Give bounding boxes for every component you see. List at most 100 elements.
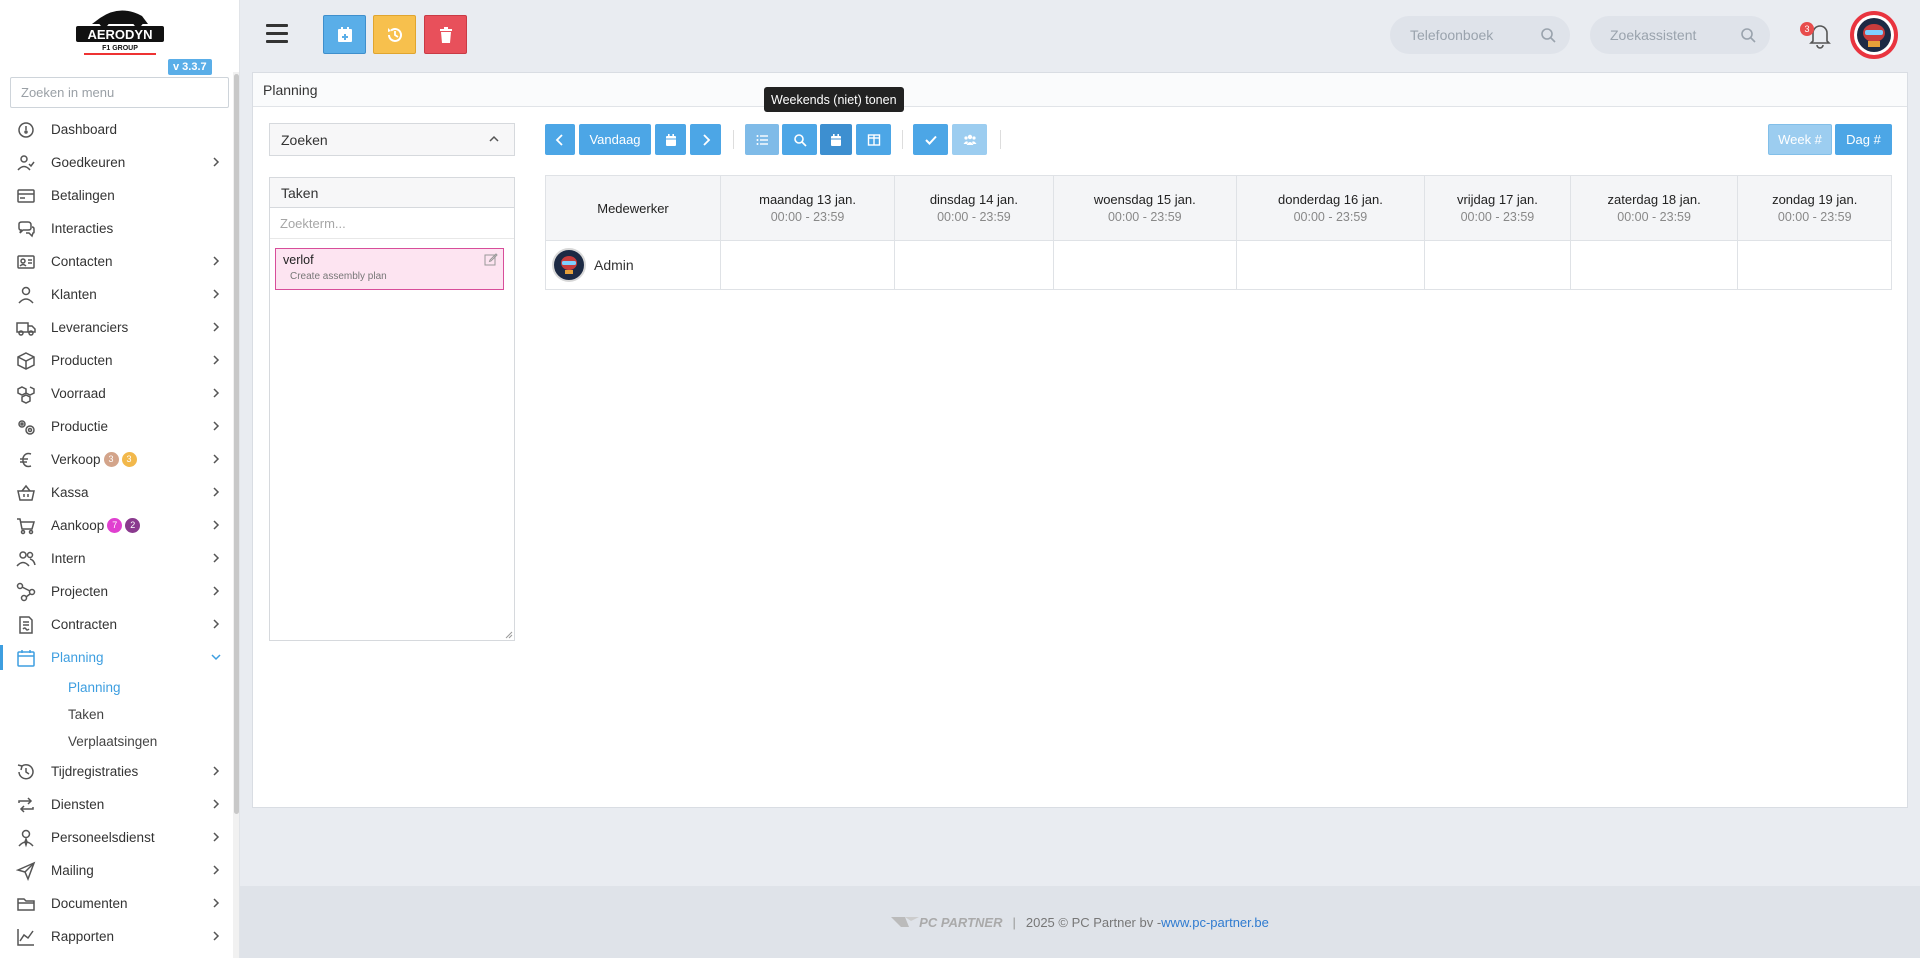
sidebar-item-personeelsdienst[interactable]: Personeelsdienst	[0, 821, 233, 854]
menu-count-badge: 3	[103, 452, 119, 467]
date-picker-button[interactable]	[655, 124, 686, 155]
resize-handle-icon[interactable]	[505, 631, 513, 639]
sidebar-scrollbar[interactable]	[234, 74, 239, 814]
menu-count-badge: 2	[125, 518, 141, 533]
sidebar-item-label: Contacten	[51, 254, 113, 269]
previous-button[interactable]	[545, 124, 575, 155]
search-panel-title: Zoeken	[281, 131, 328, 148]
planning-slot[interactable]	[719, 240, 896, 290]
toggle-weekends-button[interactable]	[820, 124, 852, 155]
topbar: Telefoonboek Zoekassistent 3	[240, 0, 1920, 70]
toolbar-separator	[902, 130, 903, 149]
chevron-right-icon	[211, 453, 221, 465]
chevron-right-icon	[211, 519, 221, 531]
menu-search-input[interactable]	[10, 77, 229, 108]
sidebar-item-kassa[interactable]: Kassa	[0, 476, 233, 509]
week-view-button[interactable]: Week #	[1768, 124, 1832, 155]
delete-button[interactable]	[424, 15, 467, 54]
user-avatar[interactable]	[1850, 11, 1898, 59]
day-hours: 00:00 - 23:59	[1460, 210, 1535, 224]
planning-slot[interactable]	[1569, 240, 1739, 290]
sidebar-item-planning[interactable]: Planning	[0, 641, 233, 674]
sidebar-item-interacties[interactable]: Interacties	[0, 212, 233, 245]
day-column-header: zaterdag 18 jan. 00:00 - 23:59	[1569, 175, 1739, 241]
sidebar-item-label: Klanten	[51, 287, 97, 302]
sidebar-item-tijdregistraties[interactable]: Tijdregistraties	[0, 755, 233, 788]
day-hours: 00:00 - 23:59	[1293, 210, 1368, 224]
columns-view-button[interactable]	[856, 124, 891, 155]
employee-cell[interactable]: Admin	[545, 240, 721, 290]
sidebar-item-goedkeuren[interactable]: Goedkeuren	[0, 146, 233, 179]
sidebar-item-documenten[interactable]: Documenten	[0, 887, 233, 920]
sidebar-item-dashboard[interactable]: Dashboard	[0, 113, 233, 146]
sidebar-item-label: Personeelsdienst	[51, 830, 155, 845]
search-view-button[interactable]	[782, 124, 817, 155]
edit-icon[interactable]	[484, 252, 498, 266]
sidebar-item-klanten[interactable]: Klanten	[0, 278, 233, 311]
day-label: woensdag 15 jan.	[1093, 192, 1196, 207]
sidebar-subitem-verplaatsingen[interactable]: Verplaatsingen	[0, 728, 233, 755]
confirm-button[interactable]	[913, 124, 948, 155]
chevron-up-icon	[489, 135, 499, 142]
sidebar-item-projecten[interactable]: Projecten	[0, 575, 233, 608]
sidebar-item-verkoop[interactable]: Verkoop 3 3	[0, 443, 233, 476]
sidebar-subitem-planning[interactable]: Planning	[0, 674, 233, 701]
sidebar-item-leveranciers[interactable]: Leveranciers	[0, 311, 233, 344]
task-card[interactable]: verlof Create assembly plan	[275, 248, 504, 290]
contact-card-icon	[16, 252, 36, 272]
sidebar-item-contacten[interactable]: Contacten	[0, 245, 233, 278]
chevron-right-icon	[211, 585, 221, 597]
sidebar-item-rapporten[interactable]: Rapporten	[0, 920, 233, 953]
copyright-text: 2025 © PC Partner bv -	[1025, 914, 1162, 930]
pc-partner-link[interactable]: www.pc-partner.be	[1161, 915, 1269, 930]
menu-toggle-icon[interactable]	[266, 24, 288, 44]
day-hours: 00:00 - 23:59	[937, 210, 1011, 224]
history-button[interactable]	[373, 15, 416, 54]
phonebook-search[interactable]: Telefoonboek	[1390, 16, 1570, 54]
sidebar-item-mailing[interactable]: Mailing	[0, 854, 233, 887]
sidebar-item-betalingen[interactable]: Betalingen	[0, 179, 233, 212]
project-icon	[16, 582, 36, 602]
pc-partner-logo-text: PC PARTNER	[919, 914, 1003, 930]
chart-line-icon	[16, 927, 36, 947]
planning-slot[interactable]	[1737, 240, 1892, 290]
sidebar-item-label: Projecten	[51, 584, 109, 599]
list-view-button[interactable]	[745, 124, 779, 155]
today-button[interactable]: Vandaag	[579, 124, 651, 155]
sidebar-item-diensten[interactable]: Diensten	[0, 788, 233, 821]
planning-slot[interactable]	[1052, 240, 1237, 290]
chevron-down-icon	[211, 651, 221, 663]
sidebar-item-aankoop[interactable]: Aankoop 7 2	[0, 509, 233, 542]
employee-avatar	[552, 248, 586, 282]
boxes-icon	[16, 384, 36, 404]
planning-slot[interactable]	[894, 240, 1054, 290]
chevron-left-icon	[555, 133, 563, 146]
planning-slot[interactable]	[1424, 240, 1571, 290]
group-view-button[interactable]	[952, 124, 987, 155]
sidebar-item-label: Productie	[51, 419, 109, 434]
menu-count-badge: 3	[121, 452, 137, 467]
chevron-right-icon	[211, 420, 221, 432]
sidebar-subitem-taken[interactable]: Taken	[0, 701, 233, 728]
assistant-search[interactable]: Zoekassistent	[1590, 16, 1770, 54]
planning-slot[interactable]	[1235, 240, 1426, 290]
tasks-search-input[interactable]	[270, 208, 514, 239]
chevron-right-icon	[702, 133, 710, 146]
search-panel-toggle[interactable]: Zoeken	[269, 123, 515, 156]
day-label: maandag 13 jan.	[759, 192, 856, 207]
day-view-button[interactable]: Dag #	[1835, 124, 1892, 155]
search-icon	[793, 133, 807, 147]
add-planning-button[interactable]	[323, 15, 366, 54]
chevron-right-icon	[211, 798, 221, 810]
sidebar-item-voorraad[interactable]: Voorraad	[0, 377, 233, 410]
sidebar-item-intern[interactable]: Intern	[0, 542, 233, 575]
brand-logo[interactable]: AERODYN F1 GROUP	[70, 2, 170, 58]
brand-tagline: F1 GROUP	[102, 45, 138, 52]
sidebar-item-productie[interactable]: Productie	[0, 410, 233, 443]
sidebar-item-producten[interactable]: Producten	[0, 344, 233, 377]
sidebar-item-label: Voorraad	[51, 386, 106, 401]
credit-card-icon	[16, 186, 36, 206]
paper-plane-icon	[16, 861, 36, 881]
sidebar-item-contracten[interactable]: Contracten	[0, 608, 233, 641]
next-button[interactable]	[690, 124, 721, 155]
